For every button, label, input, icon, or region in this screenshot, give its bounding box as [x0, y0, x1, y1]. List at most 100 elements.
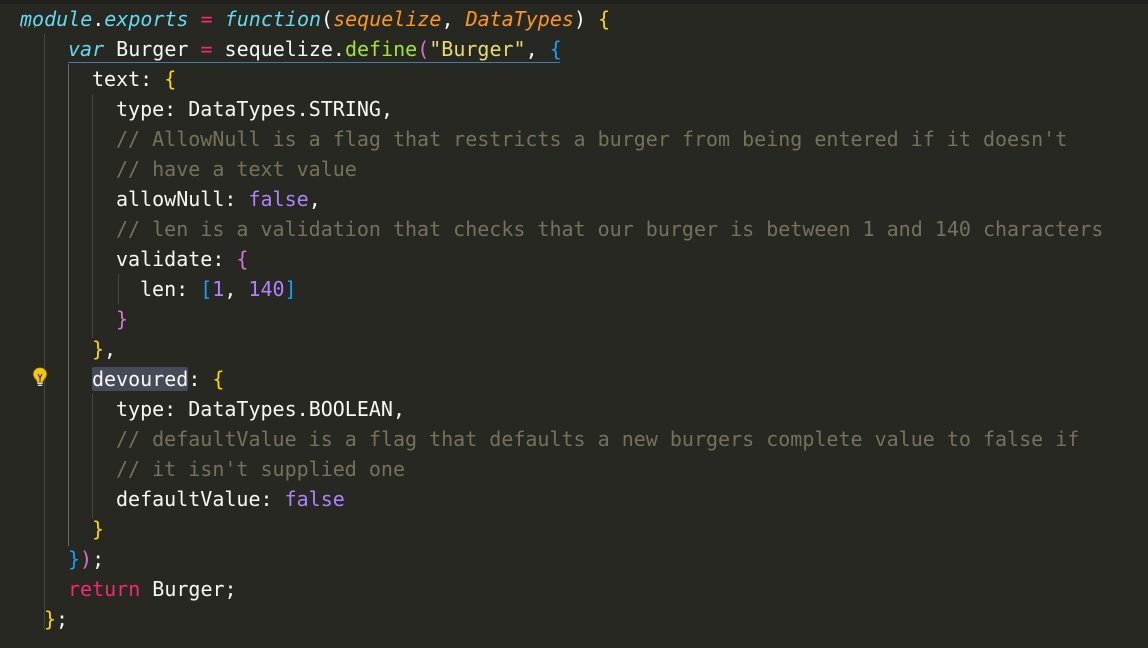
indent-guide-active — [68, 64, 69, 546]
token-comma: , — [104, 337, 117, 361]
comment: // defaultValue is a flag that defaults … — [116, 427, 1080, 451]
token-sequelize: sequelize — [224, 37, 333, 61]
token-paren-close: ) — [573, 7, 586, 31]
indent-guide — [118, 274, 119, 304]
code-line-2[interactable]: var Burger = sequelize.define("Burger", … — [68, 34, 562, 64]
token-brace-open: { — [212, 367, 225, 391]
token-paren-open: ( — [417, 37, 430, 61]
token-paren-close: ) — [80, 547, 93, 571]
token-define: define — [344, 37, 418, 61]
token-param-sequelize: sequelize — [333, 7, 442, 31]
token-brace-close: } — [116, 307, 129, 331]
token-brace-close: } — [68, 547, 81, 571]
token-colon: : — [188, 367, 213, 391]
code-line-15[interactable]: // defaultValue is a flag that defaults … — [116, 424, 1079, 454]
token-key-len: len — [140, 277, 177, 301]
code-line-3[interactable]: text: { — [92, 64, 176, 94]
indent-guide — [44, 34, 45, 630]
token-colon: : — [212, 247, 237, 271]
code-line-9[interactable]: validate: { — [116, 244, 248, 274]
code-line-6[interactable]: // have a text value — [116, 154, 357, 184]
token-brace-close: } — [44, 607, 57, 631]
token-semicolon: ; — [56, 607, 69, 631]
code-line-20[interactable]: return Burger; — [68, 574, 237, 604]
token-brace-open: { — [549, 37, 562, 61]
token-dot: . — [332, 37, 345, 61]
token-colon: : — [260, 487, 285, 511]
token-colon: : — [164, 397, 189, 421]
code-line-1[interactable]: module.exports = function(sequelize, Dat… — [20, 4, 610, 34]
token-param-datatypes: DataTypes — [465, 7, 574, 31]
lightbulb-icon[interactable] — [31, 366, 49, 388]
comment: // have a text value — [116, 157, 357, 181]
token-comma: , — [380, 97, 393, 121]
code-line-8[interactable]: // len is a validation that checks that … — [116, 214, 1103, 244]
token-string-burger: "Burger" — [429, 37, 526, 61]
token-function: function — [224, 7, 322, 31]
code-line-12[interactable]: }, — [92, 334, 116, 364]
token-false: false — [248, 187, 309, 211]
token-key-defaultvalue: defaultValue — [116, 487, 261, 511]
token-colon: : — [140, 67, 165, 91]
code-line-19[interactable]: }); — [68, 544, 104, 574]
token-number-140: 140 — [248, 277, 285, 301]
code-editor[interactable]: ··· module.exports = function(sequelize,… — [0, 0, 1148, 648]
token-brace-open: { — [164, 67, 177, 91]
token-dot: . — [296, 397, 309, 421]
comment: // AllowNull is a flag that restricts a … — [116, 127, 1068, 151]
code-line-13[interactable]: devoured: { — [92, 364, 224, 394]
token-key-type: type — [116, 397, 165, 421]
token-comma: , — [308, 187, 321, 211]
token-brace-close: } — [92, 337, 105, 361]
token-bracket-close: ] — [284, 277, 297, 301]
code-line-7[interactable]: allowNull: false, — [116, 184, 321, 214]
token-comma: , — [525, 37, 550, 61]
code-line-5[interactable]: // AllowNull is a flag that restricts a … — [116, 124, 1067, 154]
token-brace-open: { — [236, 247, 249, 271]
indent-guide — [92, 94, 93, 338]
token-return-value: Burger — [140, 577, 225, 601]
token-datatypes: DataTypes — [188, 97, 297, 121]
token-colon: : — [176, 277, 201, 301]
token-colon: : — [164, 97, 189, 121]
token-assign: = — [188, 37, 225, 61]
token-semicolon: ; — [224, 577, 237, 601]
code-line-17[interactable]: defaultValue: false — [116, 484, 345, 514]
token-return: return — [68, 577, 141, 601]
token-number-1: 1 — [212, 277, 225, 301]
token-key-type: type — [116, 97, 165, 121]
token-module: module — [20, 7, 93, 31]
code-line-18[interactable]: } — [92, 514, 104, 544]
token-false: false — [284, 487, 345, 511]
token-dot: . — [296, 97, 309, 121]
comment: // it isn't supplied one — [116, 457, 405, 481]
token-key-devoured-highlighted: devoured — [92, 367, 189, 391]
token-bracket-open: [ — [200, 277, 213, 301]
token-string-type: STRING — [308, 97, 381, 121]
token-key-validate: validate — [116, 247, 213, 271]
token-var: var — [68, 37, 105, 61]
token-colon: : — [224, 187, 249, 211]
indent-guide — [92, 394, 93, 518]
code-line-10[interactable]: len: [1, 140] — [140, 274, 297, 304]
token-brace-close: } — [92, 517, 105, 541]
token-comma: , — [441, 7, 466, 31]
token-key-text: text — [92, 67, 141, 91]
code-line-11[interactable]: } — [116, 304, 128, 334]
code-line-21[interactable]: }; — [44, 604, 68, 634]
token-brace-open: { — [598, 7, 611, 31]
token-var-name: Burger — [104, 37, 189, 61]
token-assign: = — [188, 7, 225, 31]
code-line-16[interactable]: // it isn't supplied one — [116, 454, 405, 484]
token-dot: . — [92, 7, 105, 31]
token-comma: , — [224, 277, 249, 301]
token-comma: , — [392, 397, 406, 421]
token-boolean-type: BOOLEAN — [308, 397, 393, 421]
code-line-4[interactable]: type: DataTypes.STRING, — [116, 94, 393, 124]
token-datatypes: DataTypes — [188, 397, 297, 421]
code-line-14[interactable]: type: DataTypes.BOOLEAN, — [116, 394, 405, 424]
token-paren-open: ( — [321, 7, 334, 31]
token-key-allownull: allowNull — [116, 187, 225, 211]
token-exports: exports — [104, 7, 189, 31]
